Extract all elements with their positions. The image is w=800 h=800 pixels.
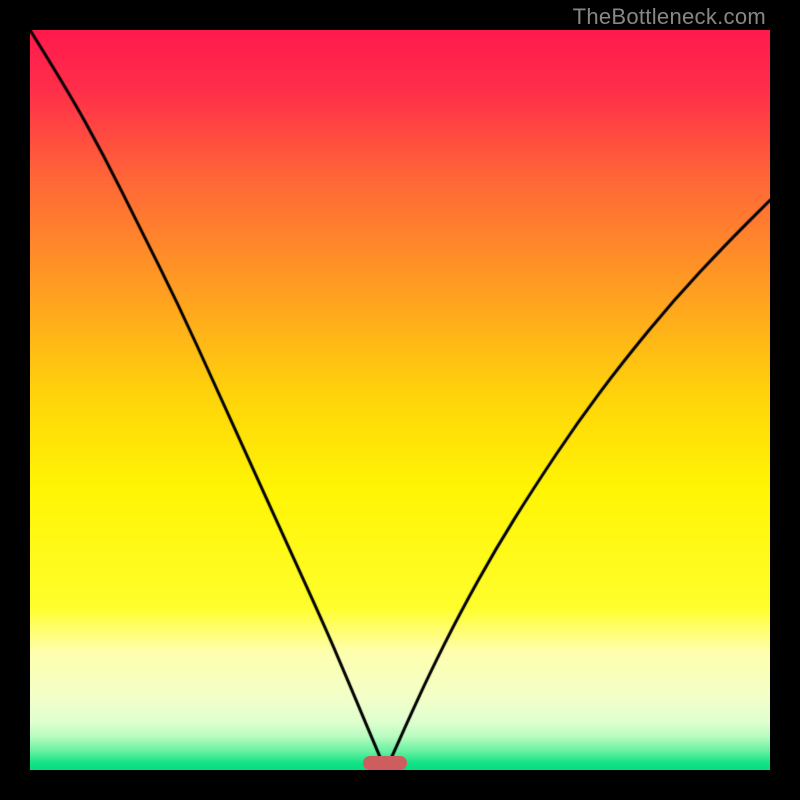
plot-area bbox=[30, 30, 770, 770]
watermark-text: TheBottleneck.com bbox=[573, 4, 766, 30]
minimum-marker bbox=[363, 756, 407, 770]
chart-container: TheBottleneck.com bbox=[0, 0, 800, 800]
bottleneck-curve bbox=[30, 30, 770, 770]
